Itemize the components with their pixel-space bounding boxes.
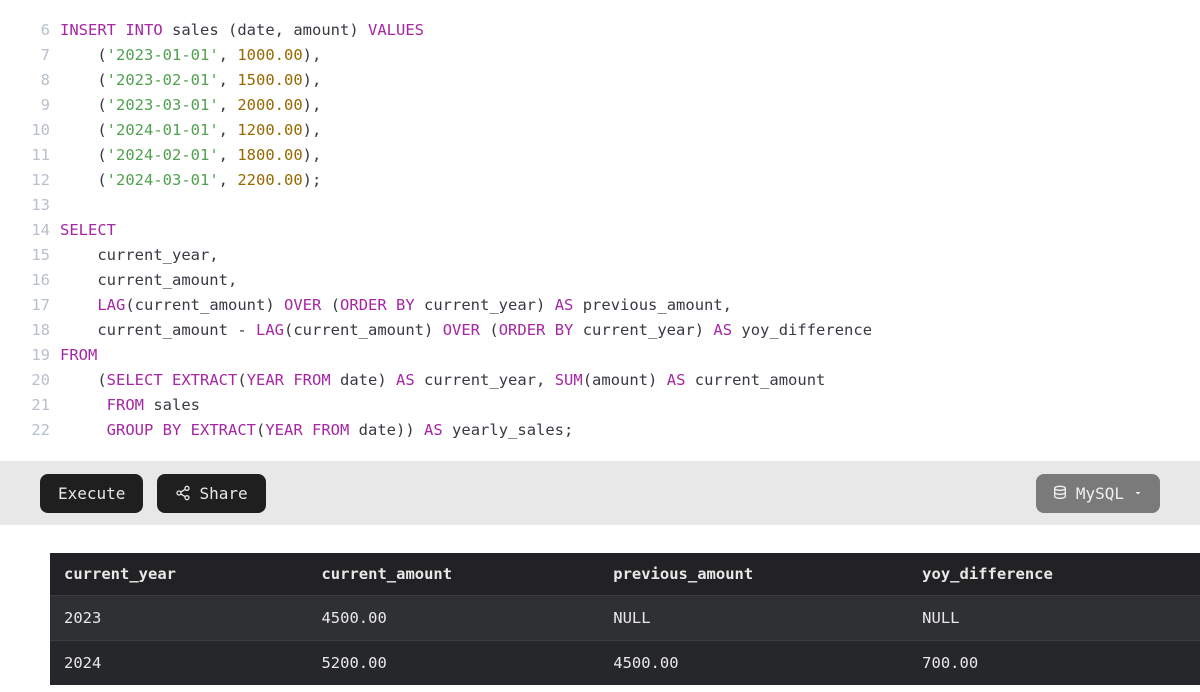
code-line[interactable]: 14SELECT [0, 218, 1200, 243]
code-content: INSERT INTO sales (date, amount) VALUES [60, 18, 424, 43]
column-header: current_year [50, 553, 307, 596]
line-number: 22 [0, 418, 60, 443]
execute-label: Execute [58, 484, 125, 503]
column-header: current_amount [307, 553, 599, 596]
table-cell: 5200.00 [307, 641, 599, 686]
line-number: 7 [0, 43, 60, 68]
table-row: 20234500.00NULLNULL [50, 596, 1200, 641]
line-number: 13 [0, 193, 60, 218]
code-content: (SELECT EXTRACT(YEAR FROM date) AS curre… [60, 368, 825, 393]
database-select[interactable]: MySQL [1036, 474, 1160, 513]
code-content: ('2024-01-01', 1200.00), [60, 118, 321, 143]
table-cell: 4500.00 [307, 596, 599, 641]
code-content: ('2024-03-01', 2200.00); [60, 168, 321, 193]
code-content: ('2024-02-01', 1800.00), [60, 143, 321, 168]
column-header: previous_amount [599, 553, 908, 596]
code-line[interactable]: 8 ('2023-02-01', 1500.00), [0, 68, 1200, 93]
line-number: 21 [0, 393, 60, 418]
code-line[interactable]: 13 [0, 193, 1200, 218]
code-line[interactable]: 19FROM [0, 343, 1200, 368]
code-line[interactable]: 10 ('2024-01-01', 1200.00), [0, 118, 1200, 143]
table-cell: NULL [599, 596, 908, 641]
code-line[interactable]: 21 FROM sales [0, 393, 1200, 418]
code-content: ('2023-03-01', 2000.00), [60, 93, 321, 118]
chevron-down-icon [1132, 487, 1144, 499]
line-number: 19 [0, 343, 60, 368]
table-cell: NULL [908, 596, 1200, 641]
code-content: FROM [60, 343, 97, 368]
code-content: current_year, [60, 243, 219, 268]
code-content: ('2023-02-01', 1500.00), [60, 68, 321, 93]
line-number: 8 [0, 68, 60, 93]
code-line[interactable]: 18 current_amount - LAG(current_amount) … [0, 318, 1200, 343]
results-table: current_yearcurrent_amountprevious_amoun… [50, 553, 1200, 685]
line-number: 16 [0, 268, 60, 293]
line-number: 14 [0, 218, 60, 243]
code-content: FROM sales [60, 393, 200, 418]
table-cell: 2023 [50, 596, 307, 641]
code-line[interactable]: 16 current_amount, [0, 268, 1200, 293]
code-line[interactable]: 15 current_year, [0, 243, 1200, 268]
table-cell: 4500.00 [599, 641, 908, 686]
code-line[interactable]: 22 GROUP BY EXTRACT(YEAR FROM date)) AS … [0, 418, 1200, 443]
table-row: 20245200.004500.00700.00 [50, 641, 1200, 686]
line-number: 9 [0, 93, 60, 118]
database-icon [1052, 485, 1068, 501]
share-label: Share [199, 484, 247, 503]
line-number: 12 [0, 168, 60, 193]
database-label: MySQL [1076, 484, 1124, 503]
code-content: SELECT [60, 218, 116, 243]
code-line[interactable]: 6INSERT INTO sales (date, amount) VALUES [0, 18, 1200, 43]
line-number: 11 [0, 143, 60, 168]
line-number: 6 [0, 18, 60, 43]
code-line[interactable]: 20 (SELECT EXTRACT(YEAR FROM date) AS cu… [0, 368, 1200, 393]
code-content: current_amount, [60, 268, 237, 293]
execute-button[interactable]: Execute [40, 474, 143, 513]
code-content: current_amount - LAG(current_amount) OVE… [60, 318, 872, 343]
code-line[interactable]: 11 ('2024-02-01', 1800.00), [0, 143, 1200, 168]
results-panel: current_yearcurrent_amountprevious_amoun… [0, 525, 1200, 685]
column-header: yoy_difference [908, 553, 1200, 596]
code-editor[interactable]: 6INSERT INTO sales (date, amount) VALUES… [0, 0, 1200, 461]
share-button[interactable]: Share [157, 474, 265, 513]
code-line[interactable]: 9 ('2023-03-01', 2000.00), [0, 93, 1200, 118]
table-header-row: current_yearcurrent_amountprevious_amoun… [50, 553, 1200, 596]
code-line[interactable]: 17 LAG(current_amount) OVER (ORDER BY cu… [0, 293, 1200, 318]
share-icon [175, 485, 191, 501]
code-line[interactable]: 7 ('2023-01-01', 1000.00), [0, 43, 1200, 68]
line-number: 10 [0, 118, 60, 143]
code-content: LAG(current_amount) OVER (ORDER BY curre… [60, 293, 732, 318]
line-number: 15 [0, 243, 60, 268]
line-number: 18 [0, 318, 60, 343]
line-number: 20 [0, 368, 60, 393]
line-number: 17 [0, 293, 60, 318]
code-content: ('2023-01-01', 1000.00), [60, 43, 321, 68]
table-cell: 2024 [50, 641, 307, 686]
code-content: GROUP BY EXTRACT(YEAR FROM date)) AS yea… [60, 418, 573, 443]
toolbar: Execute Share MySQL [0, 461, 1200, 525]
code-line[interactable]: 12 ('2024-03-01', 2200.00); [0, 168, 1200, 193]
table-cell: 700.00 [908, 641, 1200, 686]
